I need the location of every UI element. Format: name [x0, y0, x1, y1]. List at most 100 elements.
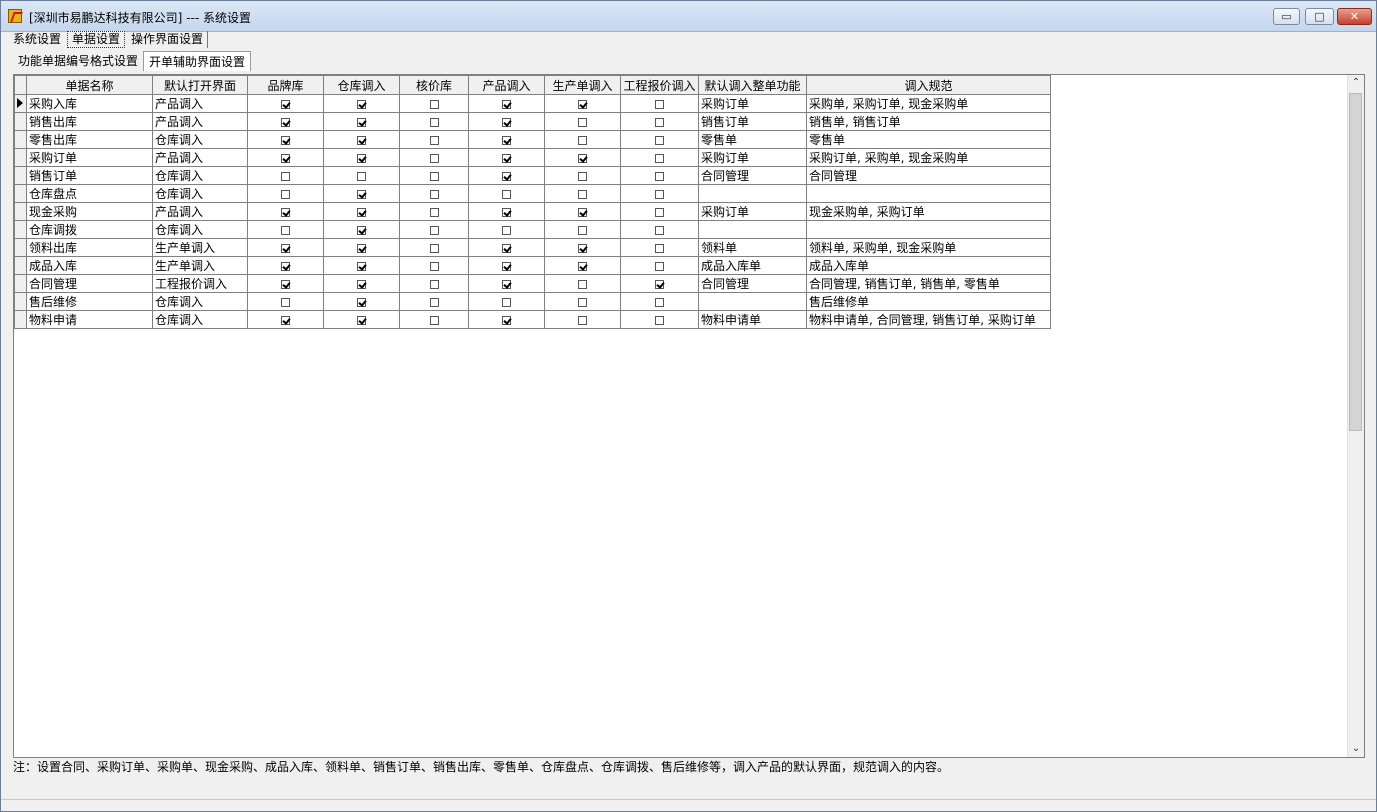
table-row[interactable]: 采购入库 产品调入 采购订单 采购单, 采购订单, 现金采购单	[14, 94, 1051, 113]
checkbox[interactable]	[429, 117, 439, 127]
checkbox[interactable]	[357, 171, 366, 181]
checkbox[interactable]	[578, 171, 587, 181]
cell-document-name[interactable]: 零售出库	[26, 130, 153, 149]
cell-document-name[interactable]: 采购订单	[26, 148, 153, 167]
checkbox[interactable]	[281, 189, 290, 199]
checkbox[interactable]	[429, 297, 439, 307]
cell-default-import-function[interactable]: 合同管理	[698, 166, 807, 185]
checkbox[interactable]	[655, 99, 664, 109]
cell-default-import-function[interactable]	[698, 184, 807, 203]
checkbox[interactable]	[281, 135, 290, 145]
close-button[interactable]: ✕	[1337, 8, 1372, 25]
checkbox[interactable]	[502, 243, 511, 253]
cell-document-name[interactable]: 合同管理	[26, 274, 153, 293]
cell-import-spec[interactable]: 合同管理	[806, 166, 1051, 185]
cell-default-import-function[interactable]	[698, 292, 807, 311]
checkbox[interactable]	[578, 99, 587, 109]
cell-document-name[interactable]: 销售订单	[26, 166, 153, 185]
checkbox[interactable]	[281, 243, 290, 253]
cell-document-name[interactable]: 现金采购	[26, 202, 153, 221]
checkbox[interactable]	[502, 279, 511, 289]
checkbox[interactable]	[281, 117, 290, 127]
cell-document-name[interactable]: 仓库调拨	[26, 220, 153, 239]
cell-import-spec[interactable]: 现金采购单, 采购订单	[806, 202, 1051, 221]
checkbox[interactable]	[502, 189, 511, 199]
table-row[interactable]: 仓库盘点 仓库调入	[14, 184, 1051, 203]
checkbox[interactable]	[655, 135, 664, 145]
checkbox[interactable]	[578, 153, 587, 163]
checkbox[interactable]	[281, 207, 290, 217]
row-indicator[interactable]	[14, 202, 27, 221]
cell-document-name[interactable]: 领料出库	[26, 238, 153, 257]
column-header[interactable]: 默认打开界面	[152, 75, 248, 95]
cell-import-spec[interactable]: 采购单, 采购订单, 现金采购单	[806, 94, 1051, 113]
table-row[interactable]: 销售订单 仓库调入 合同管理 合同管理	[14, 166, 1051, 185]
checkbox[interactable]	[281, 279, 290, 289]
checkbox[interactable]	[655, 225, 664, 235]
checkbox[interactable]	[357, 207, 366, 217]
cell-import-spec[interactable]: 物料申请单, 合同管理, 销售订单, 采购订单	[806, 310, 1051, 329]
tab-system-settings[interactable]: 系统设置	[9, 31, 65, 48]
cell-default-open[interactable]: 仓库调入	[152, 130, 248, 149]
row-indicator[interactable]	[14, 310, 27, 329]
checkbox[interactable]	[655, 297, 664, 307]
cell-default-import-function[interactable]: 采购订单	[698, 202, 807, 221]
checkbox[interactable]	[281, 99, 290, 109]
checkbox[interactable]	[655, 315, 664, 325]
cell-default-open[interactable]: 工程报价调入	[152, 274, 248, 293]
checkbox[interactable]	[502, 117, 511, 127]
column-header[interactable]: 品牌库	[247, 75, 324, 95]
checkbox[interactable]	[281, 297, 290, 307]
cell-import-spec[interactable]: 采购订单, 采购单, 现金采购单	[806, 148, 1051, 167]
checkbox[interactable]	[502, 261, 511, 271]
checkbox[interactable]	[578, 279, 587, 289]
row-indicator[interactable]	[14, 220, 27, 239]
tab-ui-settings[interactable]: 操作界面设置	[127, 31, 209, 48]
checkbox[interactable]	[578, 243, 587, 253]
cell-default-open[interactable]: 生产单调入	[152, 238, 248, 257]
checkbox[interactable]	[357, 189, 366, 199]
checkbox[interactable]	[357, 279, 366, 289]
row-indicator[interactable]	[14, 166, 27, 185]
checkbox[interactable]	[429, 153, 439, 163]
checkbox[interactable]	[578, 189, 587, 199]
cell-default-import-function[interactable]: 领料单	[698, 238, 807, 257]
row-indicator[interactable]	[14, 94, 27, 113]
row-indicator[interactable]	[14, 292, 27, 311]
column-header[interactable]: 调入规范	[806, 75, 1051, 95]
scroll-down-icon[interactable]: ⌄	[1348, 741, 1364, 757]
table-row[interactable]: 售后维修 仓库调入 售后维修单	[14, 292, 1051, 311]
checkbox[interactable]	[502, 153, 511, 163]
checkbox[interactable]	[502, 315, 511, 325]
table-row[interactable]: 零售出库 仓库调入 零售单 零售单	[14, 130, 1051, 149]
row-indicator[interactable]	[14, 112, 27, 131]
checkbox[interactable]	[429, 99, 439, 109]
row-indicator[interactable]	[14, 148, 27, 167]
checkbox[interactable]	[429, 189, 439, 199]
table-row[interactable]: 合同管理 工程报价调入 合同管理 合同管理, 销售订单, 销售单, 零售单	[14, 274, 1051, 293]
checkbox[interactable]	[357, 117, 366, 127]
table-row[interactable]: 物料申请 仓库调入 物料申请单 物料申请单, 合同管理, 销售订单, 采购订单	[14, 310, 1051, 329]
checkbox[interactable]	[502, 171, 511, 181]
column-header[interactable]: 默认调入整单功能	[698, 75, 807, 95]
cell-default-import-function[interactable]: 合同管理	[698, 274, 807, 293]
checkbox[interactable]	[357, 153, 366, 163]
cell-import-spec[interactable]: 售后维修单	[806, 292, 1051, 311]
cell-default-open[interactable]: 仓库调入	[152, 310, 248, 329]
checkbox[interactable]	[578, 315, 587, 325]
table-row[interactable]: 销售出库 产品调入 销售订单 销售单, 销售订单	[14, 112, 1051, 131]
checkbox[interactable]	[429, 225, 439, 235]
cell-default-import-function[interactable]	[698, 220, 807, 239]
checkbox[interactable]	[578, 117, 587, 127]
cell-document-name[interactable]: 采购入库	[26, 94, 153, 113]
table-row[interactable]: 仓库调拨 仓库调入	[14, 220, 1051, 239]
cell-import-spec[interactable]	[806, 220, 1051, 239]
cell-default-open[interactable]: 仓库调入	[152, 220, 248, 239]
checkbox[interactable]	[357, 261, 366, 271]
checkbox[interactable]	[502, 207, 511, 217]
cell-import-spec[interactable]: 合同管理, 销售订单, 销售单, 零售单	[806, 274, 1051, 293]
cell-default-open[interactable]: 产品调入	[152, 94, 248, 113]
checkbox[interactable]	[502, 225, 511, 235]
table-row[interactable]: 现金采购 产品调入 采购订单 现金采购单, 采购订单	[14, 202, 1051, 221]
checkbox[interactable]	[357, 135, 366, 145]
